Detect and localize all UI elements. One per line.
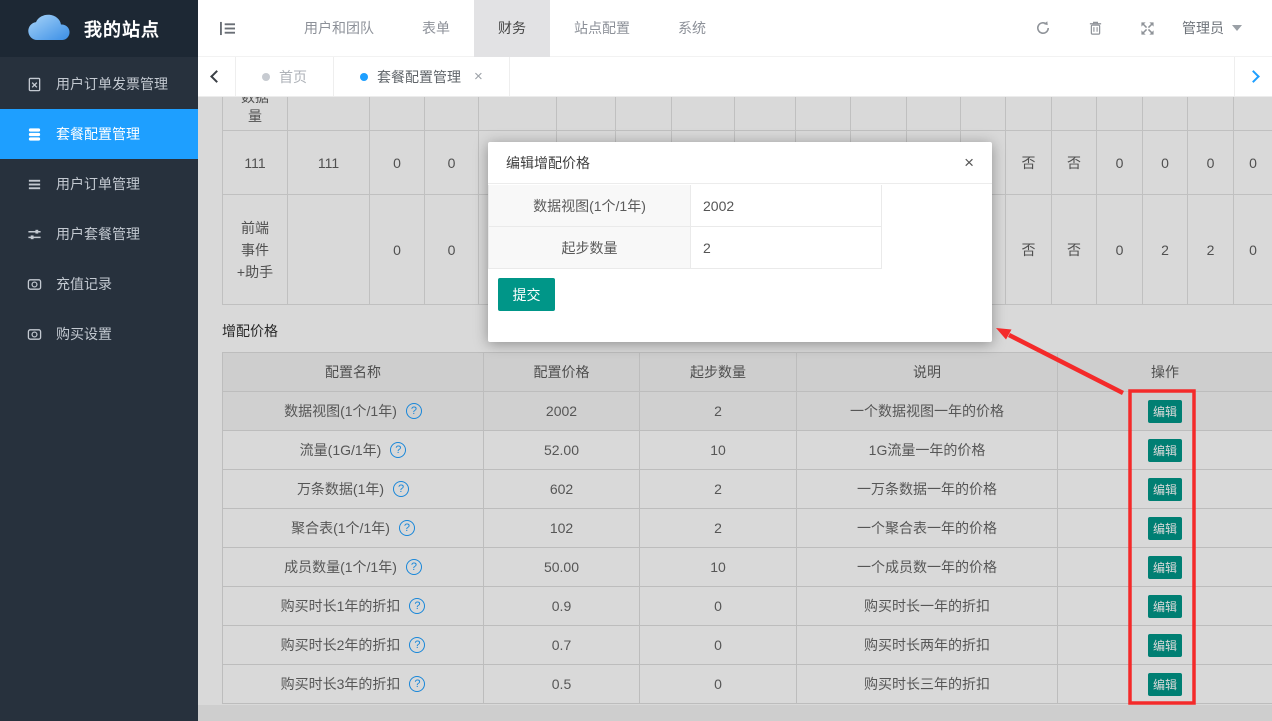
field-label: 数据视图(1个/1年) <box>489 185 691 227</box>
modal-title: 编辑增配价格 <box>506 153 590 173</box>
tab-dot-icon <box>360 73 368 81</box>
sidebar-item-purchase-settings[interactable]: 购买设置 <box>0 309 198 359</box>
recharge-record-icon <box>26 276 42 292</box>
tabs-scroll-right-icon[interactable] <box>1234 57 1272 96</box>
sidebar-item-package-config[interactable]: 套餐配置管理 <box>0 109 198 159</box>
chevron-down-icon <box>1232 25 1242 31</box>
config-price-input[interactable] <box>691 185 881 226</box>
submit-button[interactable]: 提交 <box>498 278 555 311</box>
user-name: 管理员 <box>1182 18 1224 38</box>
sidebar-item-label: 套餐配置管理 <box>56 124 140 144</box>
sidebar-item-user-packages[interactable]: 用户套餐管理 <box>0 209 198 259</box>
invoice-file-icon <box>26 76 42 92</box>
close-icon[interactable]: × <box>964 154 974 171</box>
cloud-logo-icon <box>26 12 72 45</box>
sidebar-item-recharge-records[interactable]: 充值记录 <box>0 259 198 309</box>
trash-icon[interactable] <box>1074 0 1116 57</box>
order-list-icon <box>26 176 42 192</box>
sidebar-item-label: 用户订单管理 <box>56 174 140 194</box>
collapse-sidebar-icon[interactable] <box>198 0 256 57</box>
tab-home[interactable]: 首页 <box>236 57 334 96</box>
user-menu[interactable]: 管理员 <box>1178 18 1246 38</box>
sidebar-item-label: 购买设置 <box>56 324 112 344</box>
top-navbar: 用户和团队 表单 财务 站点配置 系统 管理员 <box>198 0 1272 57</box>
sidebar-item-user-orders[interactable]: 用户订单管理 <box>0 159 198 209</box>
nav-item-users-teams[interactable]: 用户和团队 <box>280 0 398 57</box>
tab-close-icon[interactable]: × <box>474 69 483 84</box>
tabs-scroll-left-icon[interactable] <box>198 57 236 96</box>
app-logo: 我的站点 <box>0 0 198 57</box>
tab-label: 套餐配置管理 <box>377 67 461 87</box>
nav-item-forms[interactable]: 表单 <box>398 0 474 57</box>
refresh-icon[interactable] <box>1022 0 1064 57</box>
sidebar: 我的站点 用户订单发票管理 套餐配置管理 用户订单管理 用户套餐管理 充值记录 <box>0 0 198 721</box>
min-quantity-input[interactable] <box>691 227 881 268</box>
sidebar-item-invoice-management[interactable]: 用户订单发票管理 <box>0 59 198 109</box>
sidebar-item-label: 用户订单发票管理 <box>56 74 168 94</box>
sidebar-item-label: 用户套餐管理 <box>56 224 140 244</box>
tab-package-config[interactable]: 套餐配置管理 × <box>334 57 510 96</box>
package-stack-icon <box>26 126 42 142</box>
nav-item-site-config[interactable]: 站点配置 <box>550 0 654 57</box>
form-row: 起步数量 <box>489 227 881 269</box>
field-label: 起步数量 <box>489 227 691 269</box>
nav-item-system[interactable]: 系统 <box>654 0 730 57</box>
navbar-right-tools: 管理员 <box>1022 0 1272 57</box>
modal-form: 数据视图(1个/1年) 起步数量 <box>488 185 881 269</box>
tab-bar: 首页 套餐配置管理 × <box>198 57 1272 97</box>
top-nav-menu: 用户和团队 表单 财务 站点配置 系统 <box>280 0 730 57</box>
edit-addon-price-modal: 编辑增配价格 × 数据视图(1个/1年) 起步数量 提交 <box>488 142 992 342</box>
tab-label: 首页 <box>279 67 307 87</box>
app-title: 我的站点 <box>84 16 160 42</box>
user-package-sliders-icon <box>26 226 42 242</box>
sidebar-item-label: 充值记录 <box>56 274 112 294</box>
tab-dot-icon <box>262 73 270 81</box>
form-row: 数据视图(1个/1年) <box>489 185 881 227</box>
purchase-settings-icon <box>26 326 42 342</box>
nav-item-finance[interactable]: 财务 <box>474 0 550 57</box>
fullscreen-icon[interactable] <box>1126 0 1168 57</box>
modal-header: 编辑增配价格 × <box>488 142 992 184</box>
